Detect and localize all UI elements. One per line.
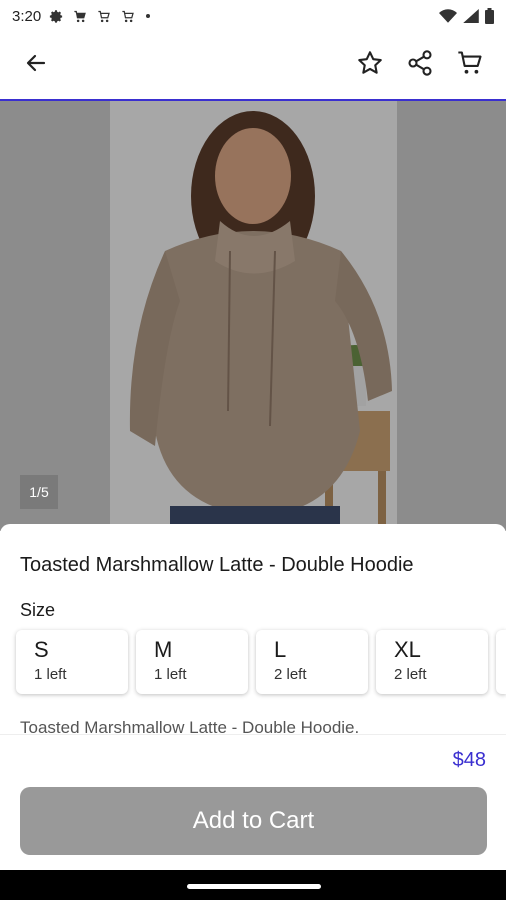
size-stock: 1 left (154, 666, 187, 683)
size-stock: 2 left (394, 666, 427, 683)
product-title: Toasted Marshmallow Latte - Double Hoodi… (20, 554, 414, 576)
size-option-m[interactable]: M 1 left (136, 630, 248, 694)
cart-icon (72, 9, 88, 24)
arrow-left-icon (24, 51, 48, 80)
product-description: Toasted Marshmallow Latte - Double Hoodi… (20, 718, 360, 734)
size-name: XL (394, 637, 421, 662)
share-icon (406, 49, 434, 82)
size-label: Size (20, 600, 56, 620)
size-option-xl[interactable]: XL 2 left (376, 630, 488, 694)
cart-icon (120, 9, 136, 24)
battery-icon (485, 8, 494, 24)
add-to-cart-button[interactable]: Add to Cart (20, 787, 487, 855)
size-name: L (274, 637, 287, 662)
cart-icon (96, 9, 112, 24)
size-option-s[interactable]: S 1 left (16, 630, 128, 694)
favorite-button[interactable] (348, 44, 392, 88)
image-scrim (0, 101, 506, 531)
size-stock: 2 left (274, 666, 307, 683)
signal-icon (463, 9, 479, 23)
app-bar (0, 32, 506, 99)
product-price: $48 (452, 749, 486, 771)
dot-icon (144, 12, 152, 20)
footer-divider (0, 734, 506, 735)
product-bottom-sheet: Toasted Marshmallow Latte - Double Hoodi… (0, 524, 506, 900)
gear-icon (49, 9, 64, 24)
cart-button[interactable] (448, 44, 492, 88)
cart-icon (456, 49, 484, 82)
size-option-l[interactable]: L 2 left (256, 630, 368, 694)
size-option-next[interactable] (496, 630, 506, 694)
image-counter: 1/5 (20, 475, 58, 509)
size-options: S 1 left M 1 left L 2 left XL 2 left (16, 630, 506, 694)
status-time: 3:20 (12, 7, 42, 25)
share-button[interactable] (398, 44, 442, 88)
size-name: S (34, 637, 49, 662)
size-stock: 1 left (34, 666, 67, 683)
star-icon (356, 49, 384, 82)
home-gesture-handle[interactable] (187, 884, 321, 889)
status-bar: 3:20 (0, 0, 506, 32)
size-name: M (154, 637, 173, 662)
wifi-icon (439, 9, 457, 23)
back-button[interactable] (14, 44, 58, 88)
product-image-carousel[interactable]: 1/5 (0, 101, 506, 531)
